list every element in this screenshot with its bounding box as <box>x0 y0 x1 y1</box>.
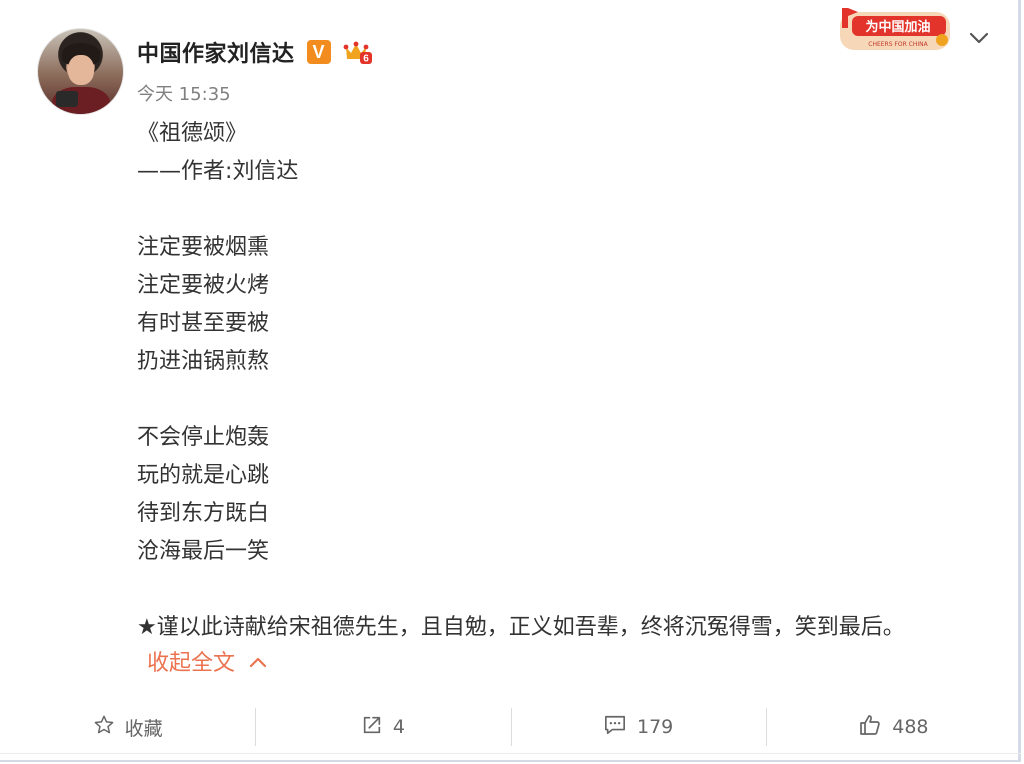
share-count: 4 <box>392 716 405 738</box>
svg-text:6: 6 <box>363 54 369 65</box>
post-content: 《祖德颂》 ——作者:刘信达 注定要被烟熏 注定要被火烤 有时甚至要被 扔进油锅… <box>137 115 987 647</box>
poem-line: 注定要被火烤 <box>137 273 270 298</box>
poem-line: 待到东方既白 <box>137 501 270 526</box>
star-icon <box>93 714 115 741</box>
poem-line: 沧海最后一笑 <box>137 539 270 564</box>
poem-line: 不会停止炮轰 <box>137 425 270 450</box>
poem-line: 扔进油锅煎熬 <box>137 349 270 374</box>
poem-author: ——作者:刘信达 <box>137 159 299 184</box>
verified-v-icon <box>306 40 331 64</box>
cheers-for-china-banner: 为中国加油 CHEERS FOR CHINA <box>838 6 952 52</box>
poem-title: 《祖德颂》 <box>137 121 248 146</box>
poem-line: 有时甚至要被 <box>137 311 270 336</box>
divider <box>0 753 1021 754</box>
dedication-line: ★谨以此诗献给宋祖德先生，且自勉，正义如吾辈，终将沉冤得雪，笑到最后。 <box>137 615 905 640</box>
comment-icon <box>603 714 627 741</box>
share-button[interactable]: 4 <box>255 706 510 748</box>
like-icon <box>858 713 882 742</box>
share-icon <box>361 714 383 741</box>
avatar[interactable] <box>37 28 124 115</box>
collapse-fulltext-link[interactable]: 收起全文 <box>147 645 267 677</box>
poem-line: 玩的就是心跳 <box>137 463 270 488</box>
like-button[interactable]: 488 <box>765 706 1021 748</box>
banner-subtitle: CHEERS FOR CHINA <box>868 41 928 48</box>
username[interactable]: 中国作家刘信达 <box>137 36 295 68</box>
crown-level-icon: 6 <box>343 39 373 65</box>
name-row: 中国作家刘信达 6 <box>137 36 373 68</box>
chevron-down-icon[interactable] <box>966 28 992 48</box>
action-bar: 收藏 4 179 488 <box>0 706 1021 748</box>
poem-line: 注定要被烟熏 <box>137 235 270 260</box>
like-count: 488 <box>892 716 929 738</box>
chevron-up-icon <box>249 649 267 674</box>
banner-title: 为中国加油 <box>865 19 930 35</box>
post-timestamp[interactable]: 今天 15:35 <box>137 80 231 106</box>
favorite-button[interactable]: 收藏 <box>0 706 255 748</box>
comment-button[interactable]: 179 <box>510 706 766 748</box>
collapse-label: 收起全文 <box>147 651 236 676</box>
favorite-label: 收藏 <box>124 717 163 740</box>
comment-count: 179 <box>636 716 674 738</box>
